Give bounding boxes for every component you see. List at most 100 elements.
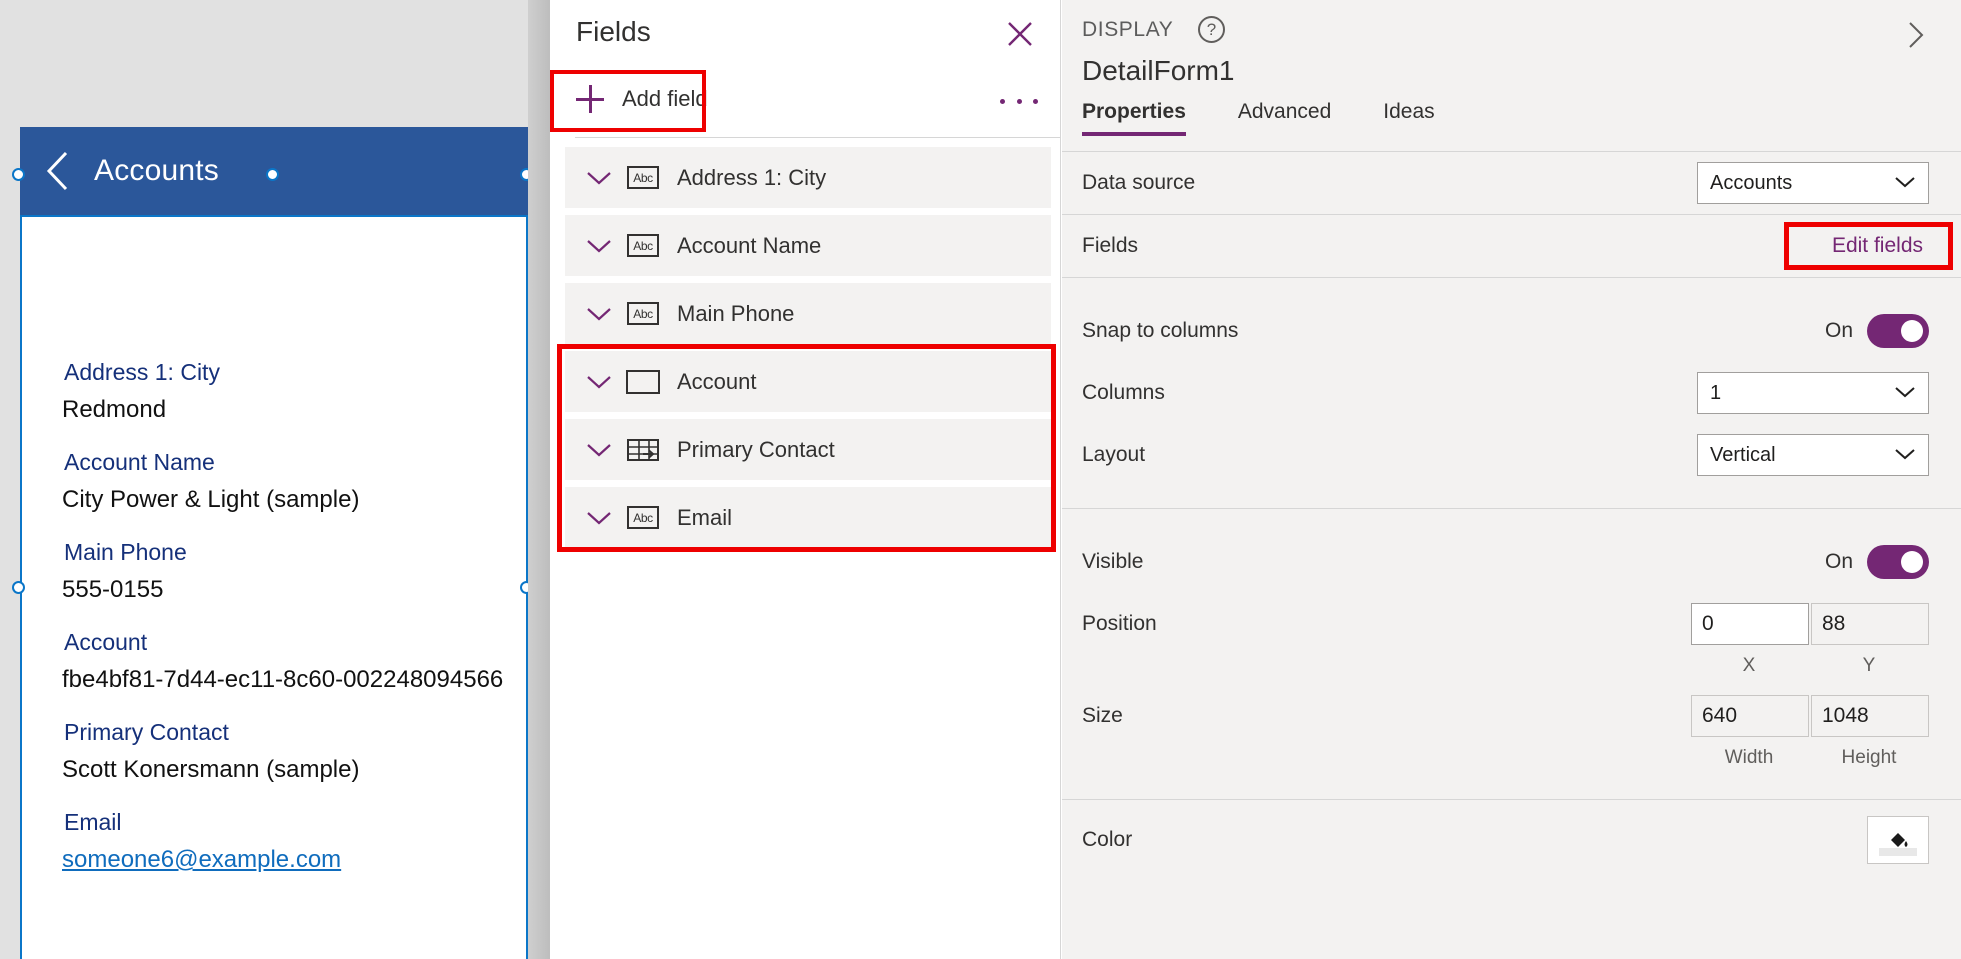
- edit-fields-link[interactable]: Edit fields: [1832, 234, 1923, 258]
- size-width-input[interactable]: 640: [1691, 695, 1809, 737]
- size-row: Size 640 1048: [1062, 685, 1961, 747]
- field-list-item-email[interactable]: Abc Email: [565, 487, 1051, 548]
- properties-pane-header: DISPLAY ? DetailForm1: [1062, 0, 1961, 100]
- lookup-table-icon: [623, 437, 663, 463]
- form-field[interactable]: Email someone6@example.com: [42, 802, 546, 892]
- columns-dropdown[interactable]: 1: [1697, 372, 1929, 414]
- position-row: Position 0 88: [1062, 593, 1961, 655]
- abc-text-icon: Abc: [623, 234, 663, 257]
- data-source-value: Accounts: [1710, 171, 1793, 194]
- abc-text-icon: Abc: [623, 506, 663, 529]
- form-field-value-email-link[interactable]: someone6@example.com: [62, 842, 546, 892]
- close-icon[interactable]: [1000, 14, 1040, 54]
- divider: [575, 137, 1061, 138]
- chevron-right-icon[interactable]: [1899, 18, 1933, 52]
- field-list-item-label: Account Name: [677, 232, 822, 258]
- abc-text-icon: Abc: [623, 166, 663, 189]
- display-section-label: DISPLAY: [1082, 18, 1174, 41]
- data-source-row: Data source Accounts: [1062, 152, 1961, 214]
- ellipsis-icon[interactable]: [1000, 88, 1038, 114]
- tab-ideas[interactable]: Ideas: [1383, 100, 1434, 136]
- form-field[interactable]: Address 1: City Redmond: [42, 352, 546, 442]
- visible-toggle[interactable]: [1867, 545, 1929, 579]
- control-name: DetailForm1: [1082, 55, 1235, 86]
- snap-to-columns-row: Snap to columns On: [1062, 300, 1961, 362]
- position-axis-labels: X Y: [1062, 655, 1961, 685]
- add-field-button[interactable]: Add field: [576, 85, 708, 113]
- chevron-down-icon: [1894, 444, 1916, 467]
- form-field-value: City Power & Light (sample): [62, 486, 360, 513]
- size-height-label: Height: [1841, 747, 1897, 768]
- resize-handle-top-left[interactable]: [12, 168, 25, 181]
- columns-row: Columns 1: [1062, 362, 1961, 424]
- form-field-label: Account: [64, 629, 148, 655]
- form-field-value: fbe4bf81-7d44-ec11-8c60-002248094566: [62, 666, 504, 693]
- form-field[interactable]: Main Phone 555-0155: [42, 532, 546, 622]
- layout-value: Vertical: [1710, 443, 1776, 466]
- chevron-down-icon: [1894, 172, 1916, 195]
- form-field-label: Address 1: City: [64, 359, 220, 385]
- chevron-down-icon[interactable]: [577, 442, 621, 458]
- form-field-value: 555-0155: [62, 576, 164, 603]
- layout-row: Layout Vertical: [1062, 424, 1961, 486]
- visible-row: Visible On: [1062, 531, 1961, 593]
- columns-value: 1: [1710, 381, 1722, 404]
- snap-to-columns-toggle[interactable]: [1867, 314, 1929, 348]
- fields-list: Abc Address 1: City Abc Account Name Abc…: [550, 147, 1061, 555]
- snap-to-columns-label: Snap to columns: [1082, 319, 1239, 342]
- chevron-down-icon[interactable]: [577, 238, 621, 254]
- columns-label: Columns: [1082, 381, 1165, 404]
- properties-pane: DISPLAY ? DetailForm1 Properties Advance…: [1062, 0, 1961, 959]
- field-list-item-label: Email: [677, 504, 733, 530]
- form-field[interactable]: Account Name City Power & Light (sample): [42, 442, 546, 532]
- form-field[interactable]: Primary Contact Scott Konersmann (sample…: [42, 712, 546, 802]
- field-list-item-label: Primary Contact: [677, 436, 835, 462]
- chevron-down-icon[interactable]: [577, 170, 621, 186]
- form-field-label: Email: [64, 809, 122, 835]
- field-list-item-mainphone[interactable]: Abc Main Phone: [565, 283, 1051, 344]
- field-list-item-label: Main Phone: [677, 300, 795, 326]
- chevron-down-icon: [1894, 382, 1916, 405]
- chevron-down-icon[interactable]: [577, 374, 621, 390]
- data-source-dropdown[interactable]: Accounts: [1697, 162, 1929, 204]
- resize-handle-top-middle[interactable]: [266, 168, 279, 181]
- form-field-value: Scott Konersmann (sample): [62, 756, 360, 783]
- tab-properties[interactable]: Properties: [1082, 100, 1186, 136]
- question-circle-icon[interactable]: ?: [1198, 16, 1225, 43]
- size-width-label: Width: [1724, 747, 1774, 768]
- form-field[interactable]: Account fbe4bf81-7d44-ec11-8c60-00224809…: [42, 622, 546, 712]
- size-height-input[interactable]: 1048: [1811, 695, 1929, 737]
- detail-form-body: Address 1: City Redmond Account Name Cit…: [42, 344, 546, 959]
- position-x-label: X: [1742, 655, 1756, 676]
- size-label: Size: [1082, 704, 1123, 727]
- chevron-left-icon[interactable]: [30, 127, 86, 215]
- canvas-gutter: [528, 0, 550, 959]
- fields-row: Fields Edit fields: [1062, 215, 1961, 277]
- plus-icon: [576, 85, 604, 113]
- position-x-input[interactable]: 0: [1691, 603, 1809, 645]
- resize-handle-middle-left[interactable]: [12, 581, 25, 594]
- color-label: Color: [1082, 828, 1133, 851]
- visible-state: On: [1824, 550, 1853, 573]
- properties-tabs: Properties Advanced Ideas: [1062, 100, 1961, 152]
- chevron-down-icon[interactable]: [577, 306, 621, 322]
- position-y-input[interactable]: 88: [1811, 603, 1929, 645]
- field-list-item-accountname[interactable]: Abc Account Name: [565, 215, 1051, 276]
- size-dimension-labels: Width Height: [1062, 747, 1961, 777]
- field-list-item-address1city[interactable]: Abc Address 1: City: [565, 147, 1051, 208]
- color-row: Color: [1062, 800, 1961, 880]
- layout-dropdown[interactable]: Vertical: [1697, 434, 1929, 476]
- field-list-item-account[interactable]: Account: [565, 351, 1051, 412]
- fields-pane-title: Fields: [576, 16, 651, 47]
- field-list-item-primarycontact[interactable]: Primary Contact: [565, 419, 1051, 480]
- tab-advanced[interactable]: Advanced: [1238, 100, 1331, 136]
- fill-color-icon[interactable]: [1867, 816, 1929, 864]
- fields-pane-header: Fields: [550, 0, 1060, 68]
- data-source-label: Data source: [1082, 171, 1196, 194]
- visible-label: Visible: [1082, 550, 1144, 573]
- chevron-down-icon[interactable]: [577, 510, 621, 526]
- add-field-row: Add field: [550, 68, 1060, 130]
